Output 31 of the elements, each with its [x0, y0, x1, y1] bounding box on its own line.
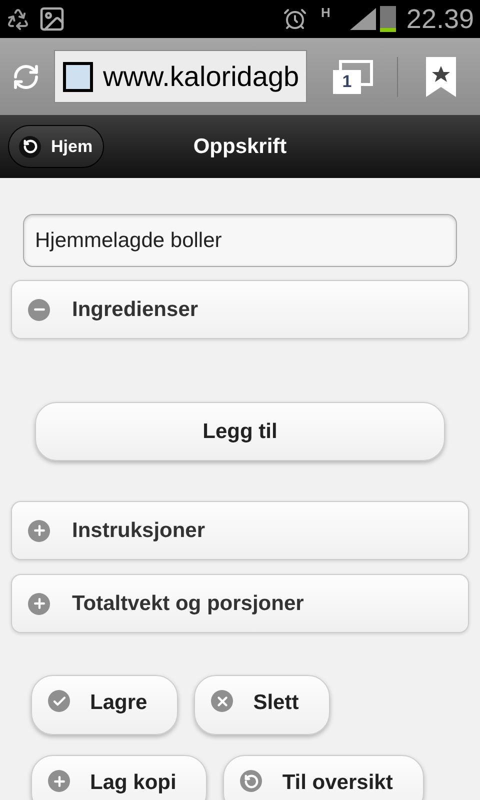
action-button[interactable]: Slett	[194, 675, 330, 735]
plus-icon	[28, 592, 50, 614]
add-button[interactable]: Legg til	[35, 402, 445, 461]
close-icon	[211, 690, 234, 712]
action-button[interactable]: Til oversikt	[223, 755, 424, 800]
address-field[interactable]: www.kaloridagb	[54, 50, 307, 103]
refresh-icon[interactable]	[12, 62, 40, 90]
url-text: www.kaloridagb	[103, 60, 300, 94]
image-icon	[38, 5, 66, 33]
input-field[interactable]: Hjemmelagde boller	[23, 214, 457, 267]
recycle-icon	[6, 7, 30, 31]
favicon	[63, 62, 93, 92]
action-button[interactable]: Lag kopi	[31, 755, 208, 800]
bookmark-icon[interactable]	[426, 56, 456, 96]
section-header[interactable]: Ingredienser	[11, 280, 469, 339]
clock: 22.39	[406, 2, 474, 36]
alarm-icon	[283, 7, 308, 31]
network-type: H	[321, 6, 330, 19]
undo-icon	[240, 770, 262, 792]
section-header[interactable]: Instruksjoner	[11, 501, 469, 560]
minus-icon	[28, 298, 50, 320]
check-icon	[48, 690, 70, 712]
page-title: Oppskrift	[192, 134, 288, 160]
battery-icon	[380, 6, 396, 32]
plus-icon	[28, 520, 50, 542]
action-button[interactable]: Lagre	[31, 675, 178, 735]
plus-icon	[48, 770, 70, 792]
back-button[interactable]: Hjem	[8, 125, 104, 168]
section-header[interactable]: Totaltvekt og porsjoner	[11, 574, 469, 633]
signal-icon	[350, 8, 376, 30]
undo-icon	[19, 136, 41, 158]
